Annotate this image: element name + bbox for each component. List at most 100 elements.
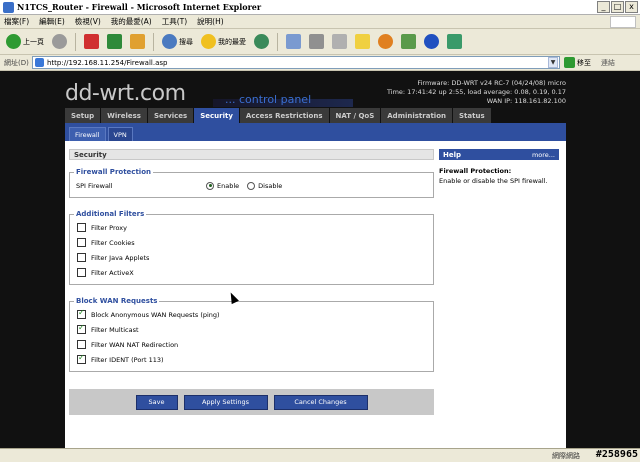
tab-setup[interactable]: Setup bbox=[65, 108, 101, 123]
system-info: Firmware: DD-WRT v24 RC-7 (04/24/08) mic… bbox=[387, 79, 566, 106]
back-button[interactable]: 上一頁 bbox=[4, 31, 46, 53]
mail-button[interactable] bbox=[284, 31, 303, 53]
filter-nat-redirection-label: Filter WAN NAT Redirection bbox=[91, 340, 179, 349]
apply-settings-button[interactable]: Apply Settings bbox=[183, 394, 268, 410]
filter-activex-checkbox[interactable] bbox=[77, 268, 86, 277]
ie-icon bbox=[3, 1, 14, 13]
star-icon bbox=[201, 34, 216, 49]
subtab-vpn[interactable]: VPN bbox=[107, 127, 133, 141]
image-watermark: #258965 bbox=[595, 449, 638, 460]
block-wan-legend: Block WAN Requests bbox=[76, 297, 158, 305]
router-header: dd-wrt.com ... control panel Firmware: D… bbox=[65, 71, 566, 108]
help-heading: Help more... bbox=[439, 149, 559, 160]
menu-view[interactable]: 檢視(V) bbox=[75, 16, 101, 27]
menu-tools[interactable]: 工具(T) bbox=[162, 16, 187, 27]
network-button[interactable] bbox=[445, 31, 464, 53]
toolbar-separator bbox=[153, 32, 154, 51]
tab-nat-qos[interactable]: NAT / QoS bbox=[329, 108, 381, 123]
filter-java-checkbox[interactable] bbox=[77, 253, 86, 262]
sub-tabs: Firewall VPN bbox=[65, 123, 566, 141]
forward-button[interactable] bbox=[50, 31, 69, 53]
address-input[interactable] bbox=[47, 58, 527, 67]
filter-ident-row: Filter IDENT (Port 113) bbox=[74, 352, 429, 367]
tools-icon bbox=[401, 34, 416, 49]
notes-button[interactable] bbox=[353, 31, 372, 53]
messenger-button[interactable] bbox=[376, 31, 395, 53]
refresh-icon bbox=[107, 34, 122, 49]
tab-status[interactable]: Status bbox=[453, 108, 491, 123]
menu-help[interactable]: 說明(H) bbox=[197, 16, 224, 27]
cancel-changes-button[interactable]: Cancel Changes bbox=[273, 394, 368, 410]
firewall-protection-legend: Firewall Protection bbox=[76, 168, 151, 176]
additional-filters-fieldset: Additional Filters Filter Proxy Filter C… bbox=[69, 210, 434, 285]
tab-wireless[interactable]: Wireless bbox=[101, 108, 147, 123]
go-arrow-icon bbox=[564, 57, 575, 68]
spi-firewall-radio-group: Enable Disable bbox=[206, 181, 282, 190]
help-title: Firewall Protection: bbox=[439, 167, 512, 175]
search-button[interactable]: 搜尋 bbox=[160, 31, 195, 53]
search-icon bbox=[162, 34, 177, 49]
address-dropdown-icon[interactable]: ▼ bbox=[548, 57, 558, 68]
stop-button[interactable] bbox=[82, 31, 101, 53]
history-button[interactable] bbox=[252, 31, 271, 53]
favorites-button[interactable]: 我的最愛 bbox=[199, 31, 248, 53]
block-ping-row: Block Anonymous WAN Requests (ping) bbox=[74, 307, 429, 322]
filter-multicast-label: Filter Multicast bbox=[91, 325, 139, 334]
menu-edit[interactable]: 編輯(E) bbox=[39, 16, 65, 27]
minimize-button[interactable]: _ bbox=[597, 1, 610, 13]
settings-column: Security Firewall Protection SPI Firewal… bbox=[69, 149, 434, 372]
tab-administration[interactable]: Administration bbox=[381, 108, 452, 123]
uptime-info: Time: 17:41:42 up 2:55, load average: 0.… bbox=[387, 88, 566, 96]
history-icon bbox=[254, 34, 269, 49]
status-bar: 網際網路 #258965 bbox=[0, 448, 640, 462]
print-icon bbox=[309, 34, 324, 49]
block-ping-checkbox[interactable] bbox=[77, 308, 86, 319]
spi-disable-option[interactable]: Disable bbox=[247, 181, 282, 190]
windows-logo-icon bbox=[610, 16, 636, 28]
filter-proxy-checkbox[interactable] bbox=[77, 223, 86, 232]
filter-proxy-row: Filter Proxy bbox=[74, 220, 429, 235]
network-icon bbox=[447, 34, 462, 49]
toolbar-separator bbox=[277, 32, 278, 51]
spi-enable-radio[interactable] bbox=[206, 181, 214, 190]
filter-multicast-row: Filter Multicast bbox=[74, 322, 429, 337]
menubar: 檔案(F) 編輯(E) 檢視(V) 我的最愛(A) 工具(T) 說明(H) bbox=[0, 15, 640, 29]
filter-nat-redirection-checkbox[interactable] bbox=[77, 340, 86, 349]
filter-ident-checkbox[interactable] bbox=[77, 353, 86, 364]
go-button[interactable]: 移至 bbox=[564, 57, 591, 68]
browser-viewport: dd-wrt.com ... control panel Firmware: D… bbox=[0, 71, 640, 448]
spi-enable-option[interactable]: Enable bbox=[206, 181, 239, 190]
tab-security[interactable]: Security bbox=[194, 108, 239, 123]
home-button[interactable] bbox=[128, 31, 147, 53]
tab-services[interactable]: Services bbox=[147, 108, 194, 123]
edit-button[interactable] bbox=[330, 31, 349, 53]
menu-file[interactable]: 檔案(F) bbox=[4, 16, 29, 27]
block-wan-fieldset: Block WAN Requests Block Anonymous WAN R… bbox=[69, 297, 434, 372]
control-panel-label: ... control panel bbox=[225, 93, 312, 106]
messenger-icon bbox=[378, 34, 393, 49]
close-button[interactable]: x bbox=[625, 1, 638, 13]
firewall-protection-fieldset: Firewall Protection SPI Firewall Enable … bbox=[69, 168, 434, 198]
action-button-bar: Save Apply Settings Cancel Changes bbox=[69, 389, 434, 415]
filter-proxy-label: Filter Proxy bbox=[91, 223, 127, 232]
address-field[interactable]: ▼ bbox=[32, 56, 560, 69]
subtab-firewall[interactable]: Firewall bbox=[69, 127, 106, 141]
help-panel: Help more... Firewall Protection: Enable… bbox=[439, 149, 559, 186]
spi-disable-radio[interactable] bbox=[247, 181, 256, 190]
menu-favorites[interactable]: 我的最愛(A) bbox=[111, 16, 152, 27]
tools-button[interactable] bbox=[399, 31, 418, 53]
help-more-link[interactable]: more... bbox=[532, 151, 555, 159]
print-button[interactable] bbox=[307, 31, 326, 53]
refresh-button[interactable] bbox=[105, 31, 124, 53]
filter-ident-label: Filter IDENT (Port 113) bbox=[91, 355, 164, 364]
filter-nat-redirection-row: Filter WAN NAT Redirection bbox=[74, 337, 429, 352]
mail-icon bbox=[286, 34, 301, 49]
filter-cookies-label: Filter Cookies bbox=[91, 238, 135, 247]
bluetooth-button[interactable] bbox=[422, 31, 441, 53]
save-button[interactable]: Save bbox=[135, 394, 178, 410]
tab-access-restrictions[interactable]: Access Restrictions bbox=[239, 108, 329, 123]
filter-cookies-checkbox[interactable] bbox=[77, 238, 86, 247]
filter-multicast-checkbox[interactable] bbox=[77, 323, 86, 334]
maximize-button[interactable]: □ bbox=[611, 1, 624, 13]
links-label[interactable]: 連結 bbox=[601, 58, 615, 68]
